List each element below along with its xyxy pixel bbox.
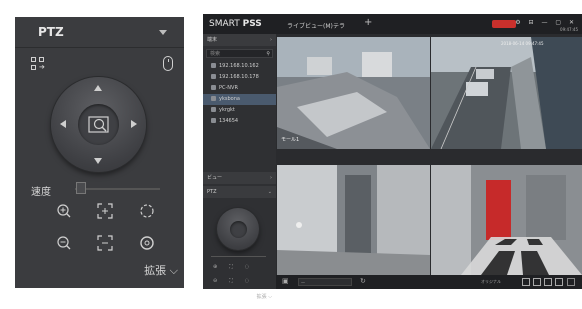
ptz-mini-joystick[interactable] — [217, 208, 259, 250]
ratio-select[interactable]: オリジナル — [481, 279, 501, 285]
iris-open-icon[interactable] — [139, 203, 155, 219]
layout-9-icon[interactable] — [544, 278, 552, 286]
pan-down-arrow-icon[interactable] — [94, 158, 102, 164]
device-label: 192.168.10.178 — [219, 74, 259, 80]
ptz-mini-controls[interactable]: ⊕⛶◌ — [213, 264, 261, 270]
view-select[interactable]: — — [298, 278, 352, 286]
speed-slider-handle[interactable] — [76, 182, 87, 194]
pan-left-arrow-icon[interactable] — [60, 120, 66, 128]
ptz-panel: PTZ ➔ 速度 拡張 ⌵ — [15, 17, 184, 288]
chevron-down-icon: ⌄ — [267, 189, 272, 195]
layout-grid-icon[interactable]: ➔ — [31, 57, 45, 71]
expand-toggle[interactable]: 拡張 ⌵ — [144, 262, 178, 278]
device-icon — [211, 63, 216, 68]
device-label: PC-NVR — [219, 85, 238, 91]
device-item[interactable]: 134654 — [203, 116, 276, 127]
video-tile-4[interactable] — [431, 165, 582, 275]
camera-timestamp: 2018-06-14 09:47:45 — [501, 41, 544, 46]
alarm-badge[interactable] — [492, 20, 516, 28]
smartpss-window: SMART PSS ライブビュー(M) テラ + ⚙ ⊟ — ▢ ✕ 09:47… — [203, 14, 582, 300]
tab-second[interactable]: テラ — [333, 21, 345, 30]
bottom-toolbar: ▣ — ↻ オリジナル — [276, 275, 582, 289]
ptz-mini-panel: ⊕⛶◌ ⊖⛶◌ 拡張 ⌵ — [203, 200, 276, 309]
device-item[interactable]: ykrgkt — [203, 105, 276, 116]
layout-custom-icon[interactable] — [555, 278, 563, 286]
device-sidebar: 端末 › 検索 ⚲ 192.168.10.162 192.168.10.178 PC-N… — [203, 34, 276, 300]
speed-track[interactable] — [75, 188, 160, 190]
device-icon — [211, 85, 216, 90]
zoom-area-icon — [88, 116, 109, 133]
iris-close-icon[interactable] — [139, 235, 155, 251]
camera-overlay-text: モール1 — [281, 137, 299, 143]
tab-liveview[interactable]: ライブビュー(M) — [287, 21, 333, 30]
device-label: 192.168.10.162 — [219, 63, 259, 69]
device-item[interactable]: PC-NVR — [203, 83, 276, 94]
save-icon[interactable]: ▣ — [282, 277, 289, 285]
title-bar: SMART PSS ライブビュー(M) テラ + ⚙ ⊟ — ▢ ✕ 09:47… — [203, 14, 582, 34]
device-label: 134654 — [219, 118, 239, 124]
layout-1-icon[interactable] — [522, 278, 530, 286]
device-label: ykrgkt — [219, 107, 235, 113]
video-tile-2[interactable]: 2018-06-14 09:47:45 — [431, 37, 582, 149]
add-tab-icon[interactable]: + — [364, 17, 372, 28]
fullscreen-icon[interactable] — [567, 278, 575, 286]
search-icon[interactable]: ⚲ — [266, 50, 270, 58]
ptz-mini-controls-2[interactable]: ⊖⛶◌ — [213, 278, 261, 284]
ptz-header[interactable]: PTZ — [15, 17, 184, 48]
device-item[interactable]: yksbona — [203, 94, 276, 105]
chevron-icon: › — [270, 37, 272, 43]
zoom-in-icon[interactable] — [56, 203, 72, 219]
app-title: SMART PSS — [209, 19, 262, 29]
speed-track[interactable] — [211, 256, 266, 257]
device-icon — [211, 74, 216, 79]
joystick-center[interactable] — [78, 104, 119, 145]
video-tile-3[interactable] — [277, 165, 430, 275]
chevron-down-icon: ⌵ — [169, 264, 178, 277]
window-controls[interactable]: ⚙ ⊟ — ▢ ✕ — [515, 19, 577, 26]
pan-right-arrow-icon[interactable] — [131, 120, 137, 128]
mouse-icon[interactable] — [163, 56, 173, 71]
refresh-icon[interactable]: ↻ — [360, 277, 366, 285]
clock: 09:47:45 — [560, 27, 578, 32]
device-list: 192.168.10.162 192.168.10.178 PC-NVR yksbon… — [203, 61, 276, 127]
focus-near-icon[interactable] — [97, 203, 113, 219]
device-item[interactable]: 192.168.10.178 — [203, 72, 276, 83]
device-label: yksbona — [219, 96, 240, 102]
mini-expand[interactable]: 拡張 ⌵ — [257, 293, 272, 300]
device-search-input[interactable]: 検索 ⚲ — [206, 49, 273, 58]
device-icon — [211, 107, 216, 112]
view-header[interactable]: ビュー › — [203, 172, 276, 184]
device-item[interactable]: 192.168.10.162 — [203, 61, 276, 72]
pan-up-arrow-icon[interactable] — [94, 85, 102, 91]
layout-4-icon[interactable] — [533, 278, 541, 286]
joystick-center[interactable] — [230, 221, 247, 238]
ptz-joystick[interactable] — [51, 77, 146, 172]
ptz-mini-header[interactable]: PTZ ⌄ — [203, 186, 276, 198]
device-icon — [211, 96, 216, 101]
zoom-out-icon[interactable] — [56, 235, 72, 251]
ptz-title: PTZ — [38, 25, 64, 39]
collapse-arrow-icon[interactable] — [159, 30, 167, 35]
focus-far-icon[interactable] — [97, 235, 113, 251]
expand-label: 拡張 — [144, 264, 167, 277]
speed-label: 速度 — [31, 187, 51, 198]
chevron-icon: › — [270, 175, 272, 181]
video-tile-1[interactable]: モール1 — [277, 37, 430, 149]
device-icon — [211, 118, 216, 123]
devices-header[interactable]: 端末 › — [203, 34, 276, 46]
